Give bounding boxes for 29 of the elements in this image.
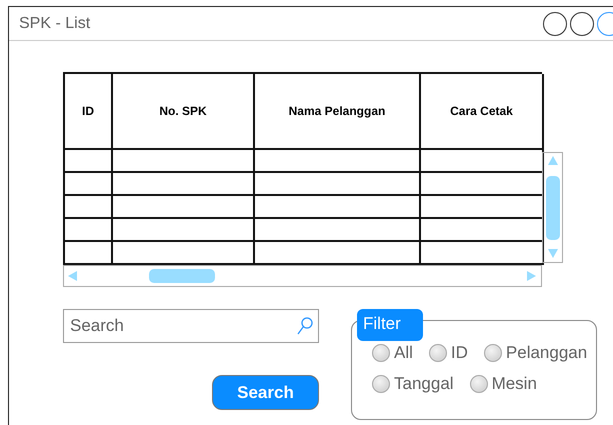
radio-label: Pelanggan bbox=[506, 343, 588, 363]
search-field[interactable]: Search bbox=[63, 309, 319, 343]
scroll-thumb[interactable] bbox=[546, 176, 560, 240]
column-header: Cara Cetak bbox=[421, 74, 544, 150]
arrow-left-icon[interactable] bbox=[67, 270, 79, 282]
radio-label: All bbox=[394, 343, 413, 363]
scroll-thumb[interactable] bbox=[149, 269, 215, 283]
radio-button[interactable] bbox=[428, 344, 447, 362]
radio-button[interactable] bbox=[470, 375, 488, 393]
radio-label: Mesin bbox=[492, 374, 537, 394]
window-control-icon[interactable] bbox=[543, 12, 567, 36]
radio-button[interactable] bbox=[372, 375, 390, 393]
search-button[interactable]: Search bbox=[212, 375, 319, 410]
arrow-up-icon[interactable] bbox=[546, 155, 558, 167]
arrow-down-icon[interactable] bbox=[546, 248, 558, 260]
search-icon bbox=[297, 317, 313, 335]
radio-button[interactable] bbox=[484, 344, 502, 362]
window-control-icon[interactable] bbox=[570, 12, 594, 36]
column-header: No. SPK bbox=[113, 74, 255, 150]
arrow-right-icon[interactable] bbox=[526, 270, 538, 282]
column-header: Nama Pelanggan bbox=[255, 74, 421, 150]
radio-button[interactable] bbox=[372, 344, 390, 362]
radio-label: Tanggal bbox=[394, 374, 454, 394]
horizontal-scrollbar[interactable] bbox=[63, 265, 542, 287]
window-title: SPK - List bbox=[19, 14, 92, 32]
column-header: ID bbox=[65, 74, 113, 150]
filter-title: Filter bbox=[357, 309, 423, 341]
vertical-scrollbar[interactable] bbox=[542, 152, 563, 263]
radio-label: ID bbox=[450, 343, 468, 363]
